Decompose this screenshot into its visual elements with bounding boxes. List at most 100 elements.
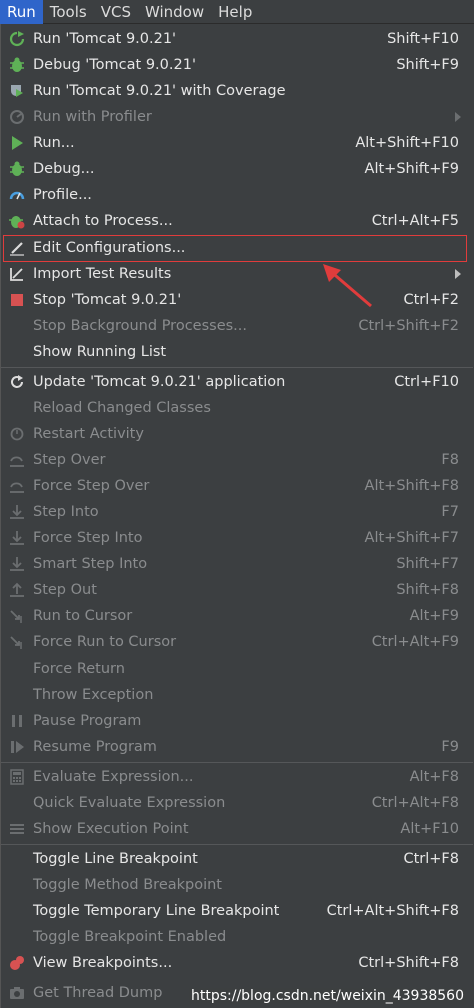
menu-item-resume-program[interactable]: Resume Program F9 xyxy=(1,734,473,760)
menu-item-debug[interactable]: Debug... Alt+Shift+F9 xyxy=(1,156,473,182)
menu-item-label: Step Out xyxy=(33,582,97,598)
menu-item-run-tomcat[interactable]: Run 'Tomcat 9.0.21' Shift+F10 xyxy=(1,26,473,52)
menu-item-shortcut: Ctrl+F8 xyxy=(403,851,459,867)
pause-icon xyxy=(9,713,25,729)
menu-item-run[interactable]: Run... Alt+Shift+F10 xyxy=(1,130,473,156)
menu-item-label: Import Test Results xyxy=(33,266,172,282)
menu-item-label: Toggle Breakpoint Enabled xyxy=(33,929,227,945)
menu-item-view-breakpoints[interactable]: View Breakpoints... Ctrl+Shift+F8 xyxy=(1,950,473,976)
run-to-cursor-icon xyxy=(9,608,25,624)
menu-item-smart-step-into[interactable]: Smart Step Into Shift+F7 xyxy=(1,551,473,577)
menubar-tools[interactable]: Tools xyxy=(43,0,94,24)
menubar-help[interactable]: Help xyxy=(211,0,259,24)
annotation-highlight-box xyxy=(3,235,467,262)
menu-item-shortcut: Ctrl+Shift+F2 xyxy=(358,318,459,334)
menu-item-label: Quick Evaluate Expression xyxy=(33,795,226,811)
force-run-to-cursor-icon xyxy=(9,634,25,650)
menubar-vcs[interactable]: VCS xyxy=(94,0,138,24)
menu-item-shortcut: Alt+F10 xyxy=(400,821,459,837)
menu-item-label: Run... xyxy=(33,135,75,151)
submenu-arrow-icon xyxy=(455,112,461,122)
menu-item-label: Resume Program xyxy=(33,739,157,755)
menu-item-label: Restart Activity xyxy=(33,426,144,442)
menu-item-evaluate-expression[interactable]: Evaluate Expression... Alt+F8 xyxy=(1,764,473,790)
menu-item-label: Force Step Over xyxy=(33,478,150,494)
menu-separator xyxy=(1,762,473,763)
import-icon xyxy=(9,266,25,282)
menu-item-label: Run with Profiler xyxy=(33,109,152,125)
execution-point-icon xyxy=(9,821,25,837)
menu-item-shortcut: Alt+Shift+F10 xyxy=(355,135,459,151)
menu-item-toggle-method-breakpoint[interactable]: Toggle Method Breakpoint xyxy=(1,872,473,898)
menu-item-stop-tomcat[interactable]: Stop 'Tomcat 9.0.21' Ctrl+F2 xyxy=(1,287,473,313)
menu-item-shortcut: Alt+Shift+F8 xyxy=(364,478,459,494)
menu-item-shortcut: F8 xyxy=(441,452,459,468)
menu-item-run-to-cursor[interactable]: Run to Cursor Alt+F9 xyxy=(1,603,473,629)
menu-item-force-return[interactable]: Force Return xyxy=(1,656,473,682)
run-menu-dropdown: Run 'Tomcat 9.0.21' Shift+F10 Debug 'Tom… xyxy=(0,24,474,1008)
menu-item-label: Evaluate Expression... xyxy=(33,769,194,785)
menu-item-quick-evaluate[interactable]: Quick Evaluate Expression Ctrl+Alt+F8 xyxy=(1,790,473,816)
menu-item-reload-classes[interactable]: Reload Changed Classes xyxy=(1,395,473,421)
menu-item-label: Show Running List xyxy=(33,344,167,360)
menu-item-toggle-temp-breakpoint[interactable]: Toggle Temporary Line Breakpoint Ctrl+Al… xyxy=(1,898,473,924)
menu-item-profile[interactable]: Profile... xyxy=(1,182,473,208)
menu-item-run-coverage[interactable]: Run 'Tomcat 9.0.21' with Coverage xyxy=(1,78,473,104)
menu-item-label: Run to Cursor xyxy=(33,608,133,624)
menu-item-shortcut: Shift+F9 xyxy=(396,57,459,73)
menu-item-force-step-into[interactable]: Force Step Into Alt+Shift+F7 xyxy=(1,525,473,551)
profile-icon xyxy=(9,187,25,203)
menu-item-throw-exception[interactable]: Throw Exception xyxy=(1,682,473,708)
menu-separator xyxy=(1,367,473,368)
calculator-icon xyxy=(9,769,25,785)
breakpoints-icon xyxy=(9,955,25,971)
menu-item-label: Force Return xyxy=(33,661,125,677)
menu-separator xyxy=(1,844,473,845)
coverage-icon xyxy=(9,83,25,99)
menu-item-debug-tomcat[interactable]: Debug 'Tomcat 9.0.21' Shift+F9 xyxy=(1,52,473,78)
menu-item-force-step-over[interactable]: Force Step Over Alt+Shift+F8 xyxy=(1,473,473,499)
menu-item-attach-process[interactable]: Attach to Process... Ctrl+Alt+F5 xyxy=(1,208,473,234)
menu-item-label: Run 'Tomcat 9.0.21' xyxy=(33,31,177,47)
menu-item-pause-program[interactable]: Pause Program xyxy=(1,708,473,734)
menu-item-import-test-results[interactable]: Import Test Results xyxy=(1,261,473,287)
restart-icon xyxy=(9,426,25,442)
menu-item-label: Attach to Process... xyxy=(33,213,173,229)
menu-item-label: Toggle Method Breakpoint xyxy=(33,877,222,893)
menu-item-label: Stop Background Processes... xyxy=(33,318,247,334)
menu-item-step-into[interactable]: Step Into F7 xyxy=(1,499,473,525)
menu-item-shortcut: Shift+F10 xyxy=(387,31,459,47)
menu-item-shortcut: Ctrl+F2 xyxy=(403,292,459,308)
menu-item-label: Profile... xyxy=(33,187,92,203)
menu-item-label: Force Step Into xyxy=(33,530,143,546)
menu-item-label: Toggle Temporary Line Breakpoint xyxy=(33,903,280,919)
menu-item-label: Stop 'Tomcat 9.0.21' xyxy=(33,292,182,308)
menu-item-restart-activity[interactable]: Restart Activity xyxy=(1,421,473,447)
menu-item-label: Step Over xyxy=(33,452,106,468)
menu-item-toggle-breakpoint-enabled[interactable]: Toggle Breakpoint Enabled xyxy=(1,924,473,950)
menu-item-force-run-to-cursor[interactable]: Force Run to Cursor Ctrl+Alt+F9 xyxy=(1,629,473,655)
menu-item-run-profiler[interactable]: Run with Profiler xyxy=(1,104,473,130)
menu-item-shortcut: Alt+F8 xyxy=(409,769,459,785)
menu-item-update-application[interactable]: Update 'Tomcat 9.0.21' application Ctrl+… xyxy=(1,369,473,395)
menu-item-shortcut: Ctrl+F10 xyxy=(394,374,459,390)
menubar-run[interactable]: Run xyxy=(0,0,43,24)
step-into-icon xyxy=(9,504,25,520)
attach-icon xyxy=(9,213,25,229)
menu-item-stop-background[interactable]: Stop Background Processes... Ctrl+Shift+… xyxy=(1,313,473,339)
menu-item-label: Force Run to Cursor xyxy=(33,634,177,650)
menu-item-label: Reload Changed Classes xyxy=(33,400,211,416)
menu-item-show-execution-point[interactable]: Show Execution Point Alt+F10 xyxy=(1,816,473,842)
menu-item-label: Get Thread Dump xyxy=(33,985,163,1001)
resume-icon xyxy=(9,739,25,755)
menu-item-shortcut: Ctrl+Alt+F5 xyxy=(371,213,459,229)
menu-item-toggle-line-breakpoint[interactable]: Toggle Line Breakpoint Ctrl+F8 xyxy=(1,846,473,872)
menu-item-step-over[interactable]: Step Over F8 xyxy=(1,447,473,473)
annotation-arrow-icon xyxy=(323,264,372,308)
update-icon xyxy=(9,374,25,390)
menu-item-shortcut: Ctrl+Alt+F9 xyxy=(371,634,459,650)
menu-item-show-running-list[interactable]: Show Running List xyxy=(1,339,473,365)
menubar-window[interactable]: Window xyxy=(138,0,211,24)
menu-item-step-out[interactable]: Step Out Shift+F8 xyxy=(1,577,473,603)
menu-item-shortcut: Shift+F7 xyxy=(396,556,459,572)
